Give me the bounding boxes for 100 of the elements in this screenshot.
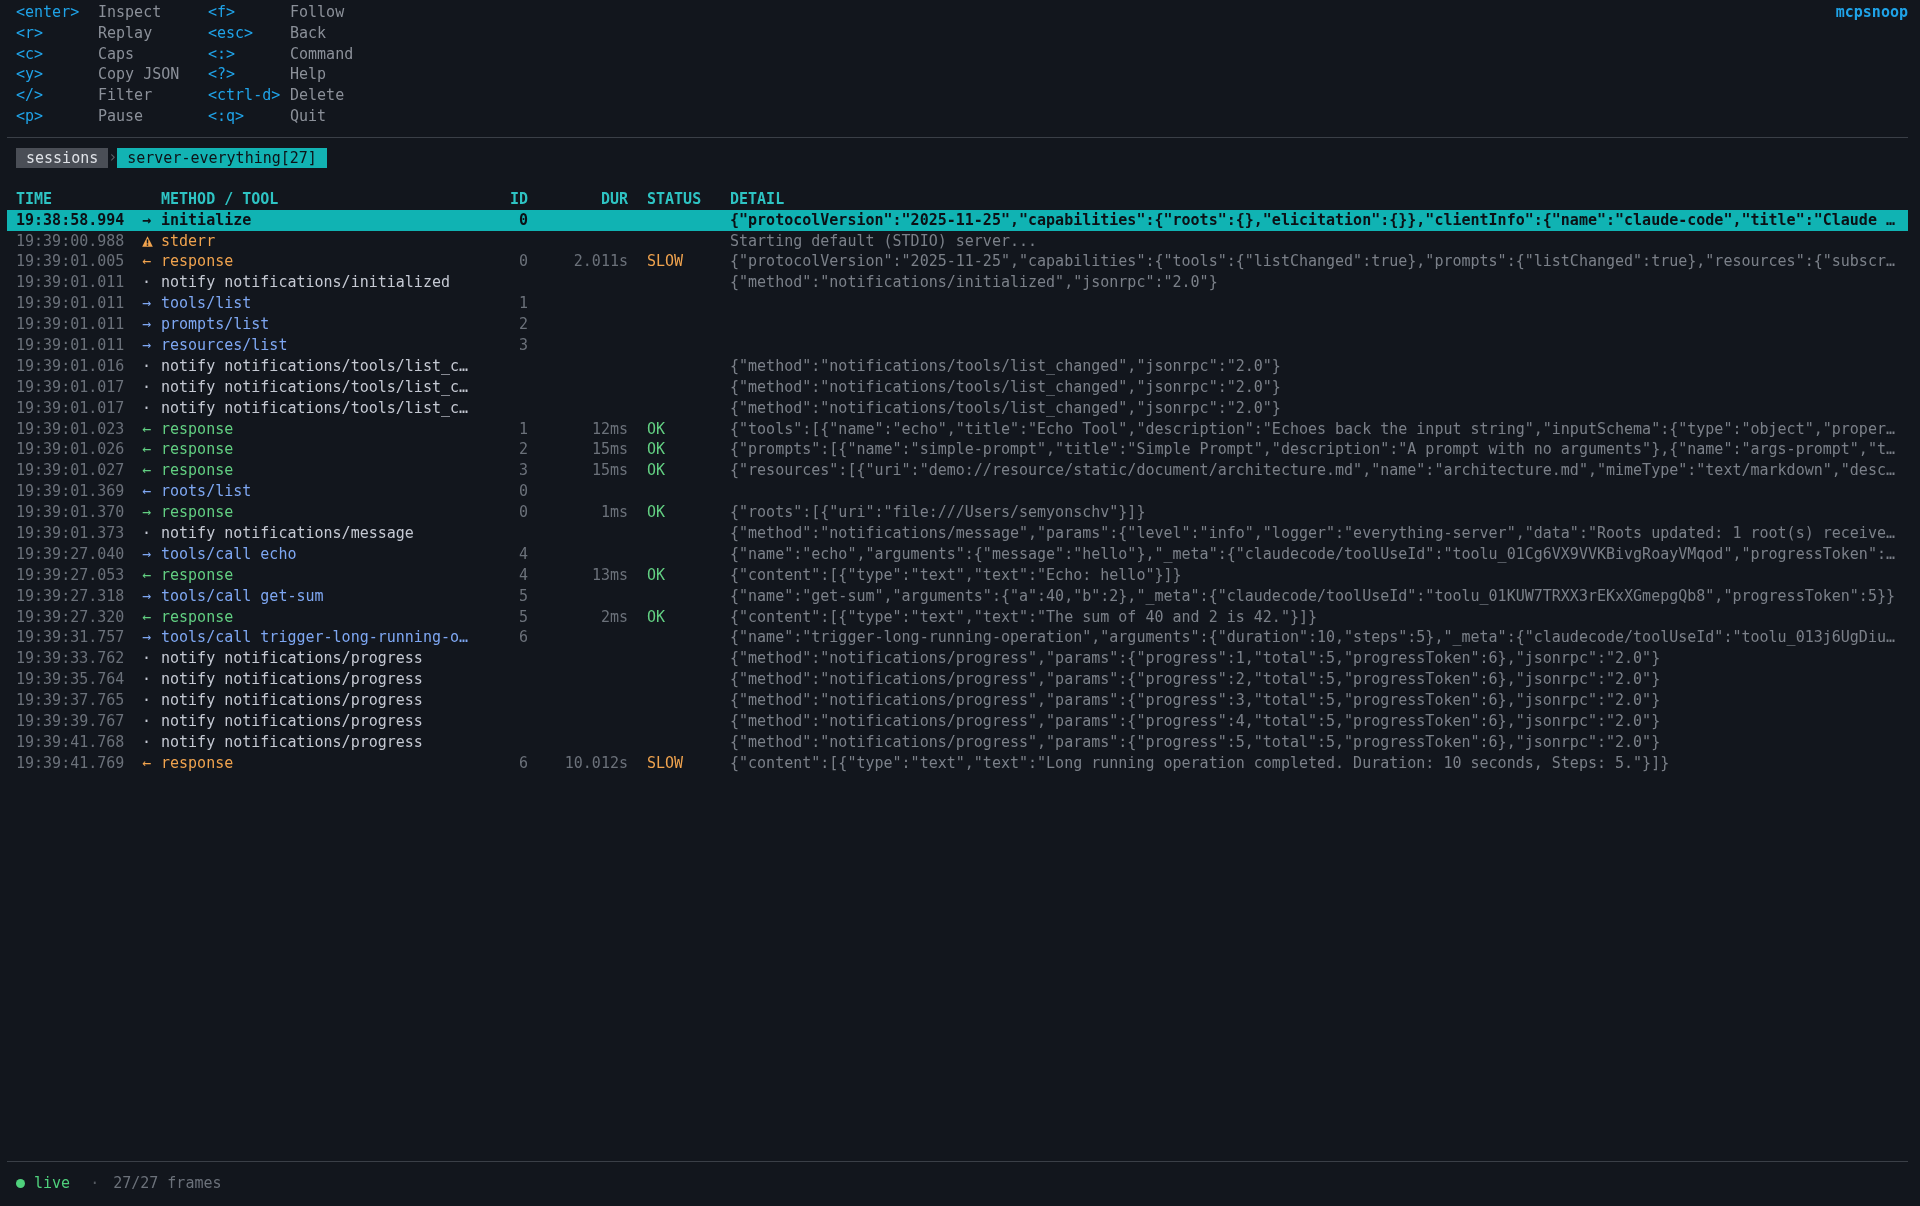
direction-arrow: ← xyxy=(142,564,153,586)
direction-arrow: → xyxy=(142,314,153,336)
table-row[interactable]: 19:39:01.017 · notify notifications/tools/list_c… {"method":"notifications/tools/list_changed","jsonrpc":"2.0"} xyxy=(7,376,1908,398)
detail-cell-text: {"method":"notifications/initialized","jsonrpc":"2.0"} xyxy=(730,272,1219,294)
table-row[interactable]: 19:39:01.026 ← response 2 15ms OK {"prompts":[{"name":"simple-prompt","title":"Simple Prompt","description":"A prompt with no arguments"},{"name":"args-prompt","t… xyxy=(7,439,1908,461)
status-cell-text: OK xyxy=(647,564,667,586)
column-header: TIME xyxy=(16,188,54,210)
detail-cell-text: {"method":"notifications/message","params":{"level":"info","logger":"everything-server","data":"Roots updated: 1 root(s) receive… xyxy=(730,523,1896,544)
time-cell-text: 19:39:33.762 xyxy=(16,648,126,670)
duration-cell-text: 1ms xyxy=(599,502,628,524)
id-cell-text: 6 xyxy=(517,752,528,774)
method-cell-text: notify notifications/progress xyxy=(161,731,424,753)
id-cell-text: 6 xyxy=(517,627,528,649)
method-cell-text: notify notifications/initialized xyxy=(161,272,451,294)
method-cell-text: response xyxy=(161,439,235,461)
shortcut-label: Caps xyxy=(98,43,136,65)
breadcrumb-item[interactable]: server-everything[27] xyxy=(117,147,327,168)
table-row[interactable]: 19:39:01.011 → tools/list 1 xyxy=(7,293,1908,315)
detail-cell-text: {"name":"trigger-long-running-operation","arguments":{"duration":10,"steps":5},"_meta":{"claudecode/toolUseId":"toolu_013j6UgDiu… xyxy=(730,627,1896,649)
method-cell-text: tools/call get-sum xyxy=(161,585,325,607)
mode-label: live xyxy=(34,1173,71,1194)
detail-cell-text: {"content":[{"type":"text","text":"The sum of 40 and 2 is 42."}]} xyxy=(730,606,1318,628)
table-row[interactable]: 19:39:01.373 · notify notifications/message {"method":"notifications/message","params":{"level":"info","logger":"everything-server","data":"Roots updated: 1 root(s) receive… xyxy=(7,523,1908,544)
time-cell-text: 19:39:39.767 xyxy=(16,711,126,732)
table-row[interactable]: 19:39:01.017 · notify notifications/tools/list_c… {"method":"notifications/tools/list_changed","jsonrpc":"2.0"} xyxy=(7,397,1908,419)
time-cell-text: 19:39:01.017 xyxy=(16,376,126,398)
status-cell-text: OK xyxy=(647,418,667,440)
time-cell-text: 19:39:01.026 xyxy=(16,439,126,461)
table-row[interactable]: 19:39:01.369 ← roots/list 0 xyxy=(7,481,1908,503)
table-row[interactable]: 19:39:27.053 ← response 4 13ms OK {"content":[{"type":"text","text":"Echo: hello"}]} xyxy=(7,564,1908,586)
table-row[interactable]: 19:39:27.318 → tools/call get-sum 5 {"name":"get-sum","arguments":{"a":40,"b":2},"_meta":{"claudecode/toolUseId":"toolu_01KUW7TRXX3rEKxXGmepgQb8","progressToken":5}} xyxy=(7,585,1908,607)
direction-arrow: → xyxy=(142,293,153,315)
table-row[interactable]: 19:39:27.320 ← response 5 2ms OK {"content":[{"type":"text","text":"The sum of 40 and 2 is 42."}]} xyxy=(7,606,1908,628)
detail-cell-text: {"method":"notifications/progress","params":{"progress":2,"total":5,"progressToken":6},"jsonrpc":"2.0"} xyxy=(730,669,1662,691)
direction-arrow: → xyxy=(142,585,153,607)
method-cell-text: roots/list xyxy=(161,481,253,503)
table-row[interactable]: 19:38:58.994 → initialize 0 {"protocolVersion":"2025-11-25","capabilities":{"roots":{},"elicitation":{}},"clientInfo":{"name":"claude-code","title":"Claude … xyxy=(7,209,1908,231)
time-cell-text: 19:39:01.011 xyxy=(16,272,126,294)
id-cell-text: 2 xyxy=(517,439,528,461)
table-row[interactable]: 19:39:39.767 · notify notifications/progress {"method":"notifications/progress","params":{"progress":4,"total":5,"progressToken":6},"jsonrpc":"2.0"} xyxy=(7,711,1908,732)
duration-cell-text: 12ms xyxy=(590,418,628,440)
table-row[interactable]: 19:39:01.027 ← response 3 15ms OK {"resources":[{"uri":"demo://resource/static/document/architecture.md","name":"architecture.md","mimeType":"text/markdown","desc… xyxy=(7,460,1908,482)
table-row[interactable]: 19:39:01.370 → response 0 1ms OK {"roots":[{"uri":"file:///Users/semyonschv"}]} xyxy=(7,502,1908,524)
detail-cell-text: {"roots":[{"uri":"file:///Users/semyonschv"}]} xyxy=(730,502,1147,524)
table-row[interactable]: 19:39:01.016 · notify notifications/tools/list_c… {"method":"notifications/tools/list_changed","jsonrpc":"2.0"} xyxy=(7,355,1908,377)
table-row[interactable]: 19:39:31.757 → tools/call trigger-long-running-o… 6 {"name":"trigger-long-running-operation","arguments":{"duration":10,"steps":5},"_meta":{"claudecode/toolUseId":"toolu_013j6UgDiu… xyxy=(7,627,1908,649)
duration-cell-text: 2.011s xyxy=(572,251,628,273)
separator-dot: · xyxy=(90,1173,100,1194)
table-row[interactable]: 19:39:35.764 · notify notifications/progress {"method":"notifications/progress","params":{"progress":2,"total":5,"progressToken":6},"jsonrpc":"2.0"} xyxy=(7,669,1908,691)
time-cell-text: 19:39:01.011 xyxy=(16,314,126,336)
direction-arrow: → xyxy=(142,627,153,649)
shortcut-label: Filter xyxy=(98,85,154,106)
shortcut-key: <r> xyxy=(16,22,98,44)
time-cell-text: 19:39:01.370 xyxy=(16,502,126,524)
column-header: ID xyxy=(508,188,528,210)
table-row[interactable]: 19:39:00.988 stderr Starting default (STDIO) server... xyxy=(7,230,1908,252)
shortcut-key: <enter> xyxy=(16,2,98,23)
shortcut-label: Help xyxy=(290,64,328,86)
detail-cell-text: {"protocolVersion":"2025-11-25","capabilities":{"tools":{"listChanged":true},"prompts":{"listChanged":true},"resources":{"subscr… xyxy=(730,251,1896,273)
table-row[interactable]: 19:39:01.011 → prompts/list 2 xyxy=(7,314,1908,335)
table-row[interactable]: 19:39:41.769 ← response 6 10.012s SLOW {"content":[{"type":"text","text":"Long running operation completed. Duration: 10 seconds, Steps: 5."}]} xyxy=(7,752,1908,774)
shortcut-label: Inspect xyxy=(98,2,163,23)
shortcut-key: <?> xyxy=(208,64,290,86)
method-cell-text: notify notifications/progress xyxy=(161,648,424,670)
time-cell-text: 19:39:01.016 xyxy=(16,355,126,377)
id-cell-text: 1 xyxy=(517,293,528,315)
shortcut-key: <y> xyxy=(16,64,98,86)
table-row[interactable]: 19:39:01.023 ← response 1 12ms OK {"tools":[{"name":"echo","title":"Echo Tool","description":"Echoes back the input string","inputSchema":{"type":"object","proper… xyxy=(7,418,1908,440)
direction-arrow: · xyxy=(142,376,153,398)
direction-arrow: ← xyxy=(142,606,153,628)
table-row[interactable]: 19:39:27.040 → tools/call echo 4 {"name":"echo","arguments":{"message":"hello"},"_meta":{"claudecode/toolUseId":"toolu_01Cg6VX9VVKBivgRoayVMqod","progressToken":… xyxy=(7,543,1908,565)
time-cell-text: 19:39:01.369 xyxy=(16,481,126,503)
detail-cell-text: {"content":[{"type":"text","text":"Echo: hello"}]} xyxy=(730,564,1183,586)
table-row[interactable]: 19:39:33.762 · notify notifications/progress {"method":"notifications/progress","params":{"progress":1,"total":5,"progressToken":6},"jsonrpc":"2.0"} xyxy=(7,648,1908,670)
shortcut-label: Command xyxy=(290,43,355,65)
shortcut-label: Delete xyxy=(290,85,346,106)
time-cell-text: 19:39:27.318 xyxy=(16,585,126,607)
detail-cell-text: {"name":"get-sum","arguments":{"a":40,"b":2},"_meta":{"claudecode/toolUseId":"toolu_01KUW7TRXX3rEKxXGmepgQb8","progressToken":5}} xyxy=(730,585,1896,607)
table-row[interactable]: 19:39:01.011 → resources/list 3 xyxy=(7,335,1908,356)
status-cell-text: SLOW xyxy=(647,251,685,273)
time-cell-text: 19:39:01.005 xyxy=(16,251,126,273)
direction-arrow: · xyxy=(142,397,153,419)
method-cell-text: response xyxy=(161,502,235,524)
table-row[interactable]: 19:39:41.768 · notify notifications/progress {"method":"notifications/progress","params":{"progress":5,"total":5,"progressToken":6},"jsonrpc":"2.0"} xyxy=(7,731,1908,753)
shortcut-label: Pause xyxy=(98,106,145,127)
direction-arrow: → xyxy=(142,335,153,356)
id-cell-text: 0 xyxy=(517,502,528,524)
detail-cell-text: {"method":"notifications/tools/list_changed","jsonrpc":"2.0"} xyxy=(730,397,1282,419)
time-cell-text: 19:38:58.994 xyxy=(16,209,126,231)
method-cell-text: prompts/list xyxy=(161,314,271,336)
duration-cell-text: 15ms xyxy=(590,439,628,461)
time-cell-text: 19:39:37.765 xyxy=(16,690,126,712)
warning-icon xyxy=(142,235,153,247)
table-row[interactable]: 19:39:01.005 ← response 0 2.011s SLOW {"protocolVersion":"2025-11-25","capabilities":{"tools":{"listChanged":true},"prompts":{"listChanged":true},"resources":{"subscr… xyxy=(7,251,1908,273)
breadcrumb-item[interactable]: sessions xyxy=(16,147,109,168)
direction-arrow: · xyxy=(142,523,153,544)
method-cell-text: tools/list xyxy=(161,293,253,315)
id-cell-text: 3 xyxy=(517,460,528,482)
table-row[interactable]: 19:39:37.765 · notify notifications/progress {"method":"notifications/progress","params":{"progress":3,"total":5,"progressToken":6},"jsonrpc":"2.0"} xyxy=(7,690,1908,712)
table-row[interactable]: 19:39:01.011 · notify notifications/initialized {"method":"notifications/initialized","jsonrpc":"2.0"} xyxy=(7,272,1908,294)
